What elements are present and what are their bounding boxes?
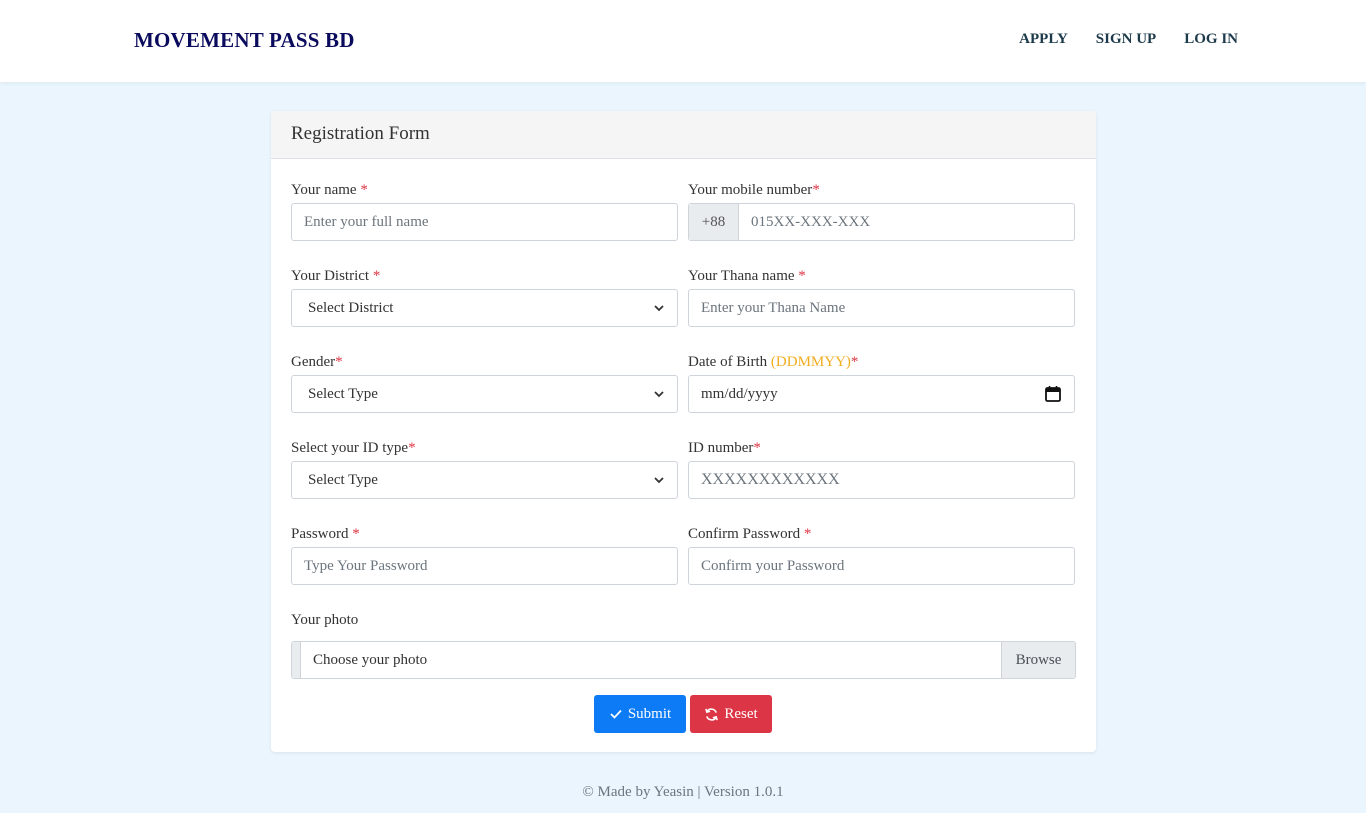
id-type-label: Select your ID type* [291,440,416,456]
photo-field-group: Your photo [291,612,1076,632]
footer-text: © Made by Yeasin | Version 1.0.1 [582,784,784,800]
confirm-password-input[interactable]: Confirm your Password [688,547,1075,585]
reset-button[interactable]: Reset [690,695,772,733]
id-number-label: ID number* [688,440,761,456]
district-label: Your District * [291,268,381,284]
district-field-group: Your District * Select District [291,268,678,327]
chevron-down-icon [654,477,664,484]
nav-links: APPLY SIGN UP LOG IN [1019,31,1238,48]
district-select-value: Select District [308,299,394,316]
dob-label: Date of Birth (DDMMYY)* [688,354,859,370]
confirm-password-label: Confirm Password * [688,526,812,542]
mobile-label: Your mobile number* [688,182,820,198]
dob-input-value: mm/dd/yyyy [701,385,778,402]
country-code-prefix: +88 [689,204,739,240]
photo-file-placeholder[interactable]: Choose your photo [301,642,1001,678]
reset-label: Reset [724,705,758,722]
thana-input[interactable]: Enter your Thana Name [688,289,1075,327]
nav-signup-link[interactable]: SIGN UP [1096,31,1156,48]
gender-select[interactable]: Select Type [291,375,678,413]
id-number-input[interactable]: XXXXXXXXXXXX [688,461,1075,499]
thana-field-group: Your Thana name * Enter your Thana Name [688,268,1075,327]
submit-label: Submit [627,705,672,722]
navbar: MOVEMENT PASS BD APPLY SIGN UP LOG IN [0,0,1366,82]
id-type-select-value: Select Type [308,471,378,488]
dob-input[interactable]: mm/dd/yyyy [688,375,1075,413]
id-type-select[interactable]: Select Type [291,461,678,499]
browse-button[interactable]: Browse [1001,642,1075,678]
password-label: Password * [291,526,360,542]
chevron-down-icon [654,305,664,312]
name-label: Your name * [291,182,368,198]
gender-label: Gender* [291,354,343,370]
file-input-edge [292,642,301,678]
name-input[interactable]: Enter your full name [291,203,678,241]
brand-logo[interactable]: MOVEMENT PASS BD [134,28,355,53]
id-number-field-group: ID number* XXXXXXXXXXXX [688,440,1075,499]
mobile-field-group: Your mobile number* +88 015XX-XXX-XXX [688,182,1075,241]
id-type-field-group: Select your ID type* Select Type [291,440,678,499]
mobile-input-group: +88 015XX-XXX-XXX [688,203,1075,241]
confirm-password-field-group: Confirm Password * Confirm your Password [688,526,1075,585]
photo-file-input[interactable]: Choose your photo Browse [291,641,1076,679]
refresh-icon [705,707,719,721]
nav-apply-link[interactable]: APPLY [1019,31,1068,48]
check-icon [610,709,622,719]
photo-label: Your photo [291,612,359,628]
submit-button[interactable]: Submit [594,695,686,733]
gender-field-group: Gender* Select Type [291,354,678,413]
registration-card: Registration Form Your name * Enter your… [271,111,1096,752]
dob-field-group: Date of Birth (DDMMYY)* mm/dd/yyyy [688,354,1075,413]
chevron-down-icon [654,391,664,398]
name-field-group: Your name * Enter your full name [291,182,678,241]
password-field-group: Password * Type Your Password [291,526,678,585]
thana-label: Your Thana name * [688,268,806,284]
district-select[interactable]: Select District [291,289,678,327]
card-title: Registration Form [271,111,1096,159]
gender-select-value: Select Type [308,385,378,402]
nav-login-link[interactable]: LOG IN [1184,31,1238,48]
calendar-icon[interactable] [1044,385,1062,403]
password-input[interactable]: Type Your Password [291,547,678,585]
mobile-input[interactable]: 015XX-XXX-XXX [739,204,1074,240]
